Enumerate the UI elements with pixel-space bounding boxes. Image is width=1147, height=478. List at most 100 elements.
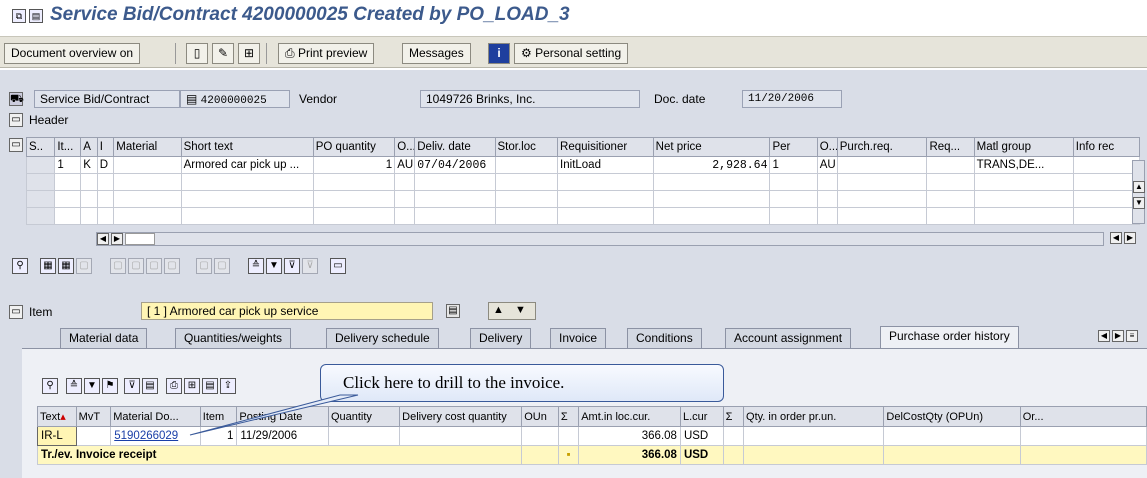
- tab-conditions[interactable]: Conditions: [627, 328, 702, 348]
- column-header[interactable]: I: [96, 137, 115, 157]
- requisitioner-cell[interactable]: InitLoad: [557, 156, 654, 174]
- insert-row-icon[interactable]: ▢: [110, 258, 126, 274]
- tab-invoice[interactable]: Invoice: [550, 328, 607, 348]
- tab-purchase-order-history[interactable]: Purchase order history: [880, 326, 1019, 348]
- item-number-cell[interactable]: 1: [54, 156, 82, 174]
- column-header[interactable]: Req...: [926, 137, 975, 157]
- history-text-cell[interactable]: IR-L: [37, 426, 77, 446]
- doc-date-field[interactable]: 11/20/2006: [742, 90, 842, 108]
- info-record-cell[interactable]: [1072, 156, 1141, 174]
- column-header[interactable]: Σ: [722, 406, 745, 427]
- deselect-all-icon[interactable]: ▦: [58, 258, 74, 274]
- currency-cell[interactable]: USD: [679, 426, 724, 446]
- sort-descending-icon[interactable]: ▼: [84, 378, 100, 394]
- table-row[interactable]: [25, 190, 1141, 208]
- header-section-label[interactable]: Header: [29, 113, 68, 127]
- layout-icon[interactable]: ▭: [330, 258, 346, 274]
- tab-quantities-weights[interactable]: Quantities/weights: [175, 328, 292, 348]
- column-header[interactable]: PO quantity: [312, 137, 396, 157]
- next-item-icon[interactable]: ▼: [515, 304, 526, 316]
- scroll-right-icon[interactable]: ▶: [111, 233, 123, 245]
- column-header[interactable]: Text▴: [37, 406, 77, 427]
- column-header[interactable]: MvT: [75, 406, 112, 427]
- column-header[interactable]: Delivery cost quantity: [399, 406, 523, 427]
- column-header[interactable]: L.cur: [679, 406, 724, 427]
- net-price-cell[interactable]: 2,928.64: [652, 156, 771, 174]
- material-group-cell[interactable]: TRANS,DE...: [973, 156, 1074, 174]
- item-category-cell[interactable]: D: [96, 156, 115, 174]
- views-icon[interactable]: ⊞: [184, 378, 200, 394]
- tab-list-icon[interactable]: ≡: [1126, 330, 1138, 342]
- filter-off-icon[interactable]: ⊽: [302, 258, 318, 274]
- scroll-down-icon[interactable]: ▼: [1133, 197, 1145, 209]
- column-header[interactable]: Info rec: [1072, 137, 1141, 157]
- tree-structure-icon[interactable]: ⊞: [238, 43, 260, 64]
- row-selector[interactable]: [25, 173, 56, 191]
- find-icon[interactable]: ⚑: [102, 378, 118, 394]
- views-menu-icon[interactable]: ▤: [202, 378, 218, 394]
- filter-icon[interactable]: ⊽: [124, 378, 140, 394]
- details-icon[interactable]: ⚲: [12, 258, 28, 274]
- vendor-field[interactable]: 1049726 Brinks, Inc.: [420, 90, 640, 108]
- tab-delivery[interactable]: Delivery: [470, 328, 532, 348]
- column-header[interactable]: Purch.req.: [836, 137, 928, 157]
- document-type-field[interactable]: Service Bid/Contract: [34, 90, 180, 108]
- row-selector[interactable]: [25, 190, 56, 208]
- lock-icon[interactable]: ▢: [146, 258, 162, 274]
- split-icon[interactable]: ▢: [196, 258, 212, 274]
- item-dropdown-icon[interactable]: ▤: [446, 304, 460, 318]
- document-number-field[interactable]: ▤ 4200000025: [180, 90, 290, 108]
- account-assignment-cell[interactable]: K: [80, 156, 98, 174]
- export-icon[interactable]: ⇪: [220, 378, 236, 394]
- column-header[interactable]: Material: [113, 137, 182, 157]
- scroll-up-icon[interactable]: ▲: [1133, 181, 1145, 193]
- per-cell[interactable]: 1: [769, 156, 818, 174]
- filter-icon[interactable]: ⊽: [284, 258, 300, 274]
- column-header[interactable]: Qty. in order pr.un.: [743, 406, 885, 427]
- tab-material-data[interactable]: Material data: [60, 328, 148, 348]
- column-header[interactable]: Material Do...: [110, 406, 201, 427]
- column-header[interactable]: Stor.loc: [494, 137, 559, 157]
- edit-pencil-icon[interactable]: ✎: [212, 43, 234, 64]
- order-price-unit-cell[interactable]: AU: [816, 156, 838, 174]
- row-selector[interactable]: [25, 156, 56, 174]
- scroll-left-icon[interactable]: ◀: [97, 233, 109, 245]
- storage-location-cell[interactable]: [494, 156, 559, 174]
- total-row[interactable]: Tr./ev. Invoice receipt ▪ 366.08 USD: [36, 445, 1147, 465]
- copy-icon[interactable]: ▢: [76, 258, 92, 274]
- info-icon[interactable]: i: [488, 43, 510, 64]
- tab-account-assignment[interactable]: Account assignment: [725, 328, 852, 348]
- header-expand-icon[interactable]: ▭: [9, 113, 23, 127]
- purchase-requisition-cell[interactable]: [836, 156, 928, 174]
- column-header[interactable]: Matl group: [973, 137, 1074, 157]
- row-selector[interactable]: [25, 207, 56, 225]
- table-row[interactable]: [25, 173, 1141, 191]
- material-cell[interactable]: [113, 156, 182, 174]
- undo-icon[interactable]: ▢: [164, 258, 180, 274]
- document-overview-button[interactable]: Document overview on: [4, 43, 141, 64]
- scroll-left-icon[interactable]: ◀: [1110, 232, 1122, 244]
- print-preview-button[interactable]: ⎙ Print preview: [278, 43, 375, 64]
- column-header[interactable]: Per: [769, 137, 818, 157]
- sort-ascending-icon[interactable]: ≙: [66, 378, 82, 394]
- system-menu-icon[interactable]: ⧉: [12, 9, 26, 23]
- personal-setting-button[interactable]: ⚙ Personal setting: [514, 43, 629, 64]
- column-header[interactable]: O...: [394, 137, 416, 157]
- sort-descending-icon[interactable]: ▼: [266, 258, 282, 274]
- document-icon[interactable]: ▤: [29, 9, 43, 23]
- tab-delivery-schedule[interactable]: Delivery schedule: [326, 328, 439, 348]
- requisition-item-cell[interactable]: [926, 156, 975, 174]
- tab-scroll-left-icon[interactable]: ◀: [1098, 330, 1110, 342]
- select-all-icon[interactable]: ▦: [40, 258, 56, 274]
- amount-cell[interactable]: 366.08: [578, 426, 681, 446]
- short-text-cell[interactable]: Armored car pick up ...: [180, 156, 314, 174]
- item-overview-collapse-icon[interactable]: ▭: [9, 138, 23, 152]
- column-header[interactable]: Σ: [557, 406, 580, 427]
- sort-ascending-icon[interactable]: ≙: [248, 258, 264, 274]
- scroll-right-icon[interactable]: ▶: [1124, 232, 1136, 244]
- column-header[interactable]: S..: [25, 137, 56, 157]
- table-row[interactable]: [25, 207, 1141, 225]
- new-document-icon[interactable]: ▯: [186, 43, 208, 64]
- delivery-date-cell[interactable]: 07/04/2006: [414, 156, 496, 174]
- column-header[interactable]: Short text: [180, 137, 314, 157]
